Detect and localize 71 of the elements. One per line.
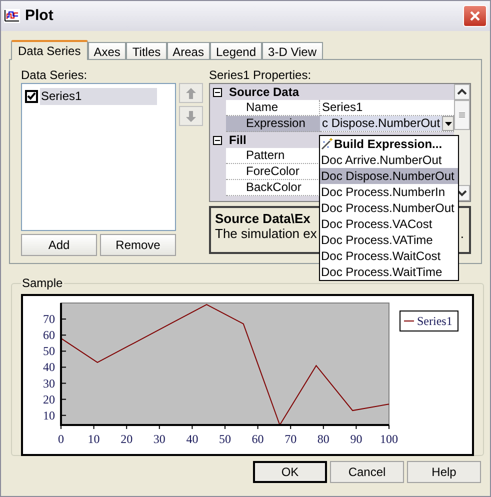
legend-label: Series1 [417, 314, 452, 328]
dropdown-option[interactable]: Doc Process.VATime [320, 232, 458, 248]
collapse-icon[interactable] [213, 136, 222, 144]
y-tick-label: 50 [43, 344, 55, 358]
up-arrow-icon [186, 88, 196, 98]
checkbox[interactable] [25, 90, 38, 102]
dropdown-arrow-button[interactable] [442, 116, 454, 131]
x-tick-label: 30 [153, 432, 166, 446]
tab[interactable]: Legend [210, 42, 262, 59]
dropdown-option[interactable]: Doc Arrive.NumberOut [320, 152, 458, 168]
dialog-button[interactable]: Cancel [330, 461, 404, 483]
close-icon [469, 10, 481, 22]
property-name[interactable]: ForeColor [226, 164, 320, 180]
dropdown-option[interactable]: Doc Process.VACost [320, 216, 458, 232]
scroll-thumb-icon[interactable] [454, 100, 470, 130]
x-tick-label: 70 [284, 432, 297, 446]
x-tick-label: 80 [317, 432, 330, 446]
legend-box [400, 310, 458, 332]
property-value: Series1 [320, 100, 454, 116]
close-button[interactable] [463, 5, 487, 27]
x-tick-label: 0 [58, 432, 64, 446]
dialog-button[interactable]: Help [407, 461, 481, 483]
list-item[interactable]: Series1 [40, 88, 157, 104]
x-tick-label: 60 [252, 432, 264, 446]
x-tick-label: 20 [120, 432, 133, 446]
x-tick-label: 90 [350, 432, 362, 446]
collapse-icon[interactable] [213, 88, 222, 96]
y-tick-label: 70 [43, 312, 55, 326]
scroll-up-icon[interactable] [454, 84, 470, 100]
tab[interactable]: Axes [88, 42, 126, 59]
window-title: Plot [25, 6, 54, 26]
category-label: Fill [229, 132, 246, 149]
y-tick-label: 40 [43, 360, 55, 374]
description-title: Source Data\Ex [215, 211, 310, 226]
down-arrow-icon [186, 110, 196, 122]
dialog-button[interactable]: OK [253, 461, 327, 483]
list-label: Data Series: [21, 68, 88, 83]
tab[interactable]: 3-D View [262, 42, 322, 59]
dropdown-option[interactable]: Doc Process.WaitCost [320, 248, 458, 264]
wand-icon [321, 138, 333, 150]
add-button[interactable]: Add [21, 234, 97, 256]
property-name[interactable]: BackColor [226, 180, 320, 196]
tab[interactable]: Titles [126, 42, 167, 59]
tab[interactable]: Data Series [11, 40, 88, 60]
y-tick-label: 60 [43, 328, 55, 342]
property-name[interactable]: Expression [226, 116, 320, 132]
x-tick-label: 10 [88, 432, 100, 446]
description-text: The simulation ex [215, 226, 317, 241]
dropdown-option[interactable]: Doc Dispose.NumberOut [320, 168, 458, 184]
y-tick-label: 30 [43, 376, 55, 390]
legend-line [404, 320, 414, 322]
tab[interactable]: Areas [166, 42, 210, 59]
x-tick-label: 40 [186, 432, 198, 446]
remove-button[interactable]: Remove [100, 234, 176, 256]
chart-icon [4, 9, 20, 23]
x-tick-label: 50 [219, 432, 231, 446]
dropdown-option[interactable]: Doc Process.NumberOut [320, 200, 458, 216]
x-tick-label: 100 [380, 432, 398, 446]
y-tick-label: 10 [43, 408, 55, 422]
category-label: Source Data [229, 84, 300, 101]
dropdown-option[interactable]: Doc Process.WaitTime [320, 264, 458, 280]
dropdown-option[interactable]: Doc Process.NumberIn [320, 184, 458, 200]
y-tick-label: 20 [43, 392, 55, 406]
caret-icon [444, 122, 452, 126]
check-icon [27, 92, 36, 100]
property-name[interactable]: Pattern [226, 148, 320, 164]
sample-label: Sample [21, 275, 64, 292]
property-name[interactable]: Name [226, 100, 320, 116]
properties-label: Series1 Properties: [209, 68, 312, 83]
description-text-end: . [460, 226, 464, 241]
build-expression-option[interactable]: Build Expression... [320, 136, 458, 152]
